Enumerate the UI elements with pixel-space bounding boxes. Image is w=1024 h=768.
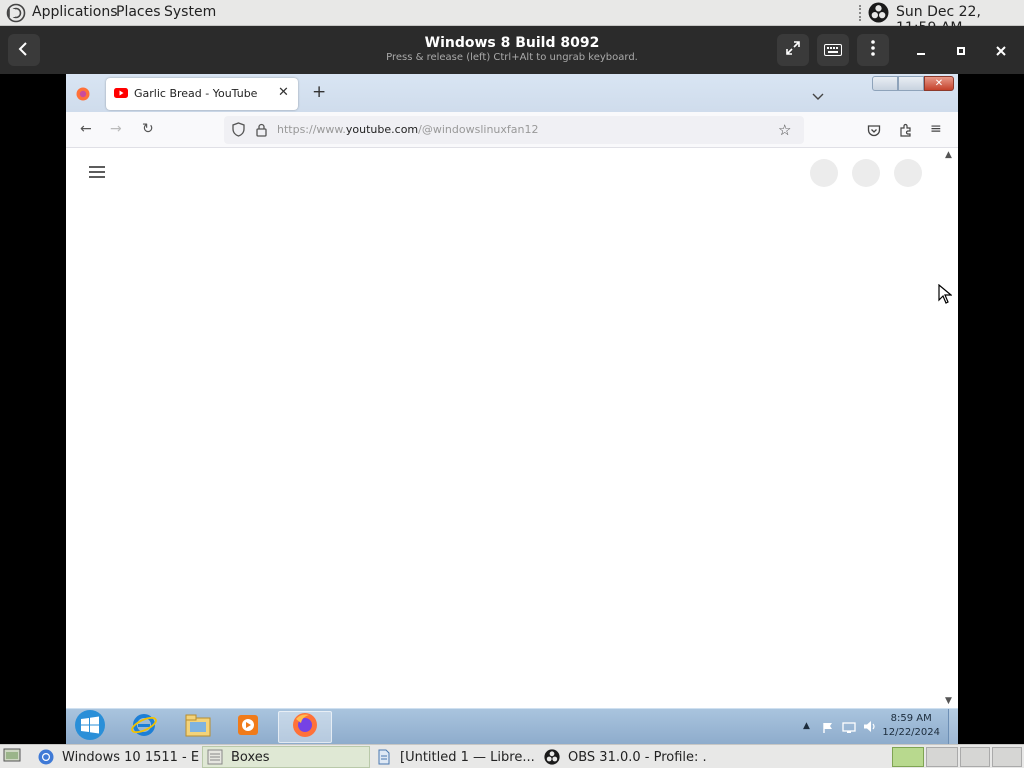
url-bar[interactable]: https://www.youtube.com/@windowslinuxfan…: [224, 116, 804, 144]
applications-menu[interactable]: Applications: [32, 4, 118, 20]
new-tab-plus-icon[interactable]: +: [312, 82, 326, 102]
tab-close-icon[interactable]: ✕: [278, 85, 289, 100]
taskbar-internet-explorer[interactable]: [120, 711, 168, 743]
show-hidden-icons-icon[interactable]: ▲: [803, 721, 810, 731]
task-windows-10[interactable]: Windows 10 1511 - E...: [34, 746, 200, 768]
folder-icon: [184, 712, 212, 742]
taskbar-file-explorer[interactable]: [174, 711, 222, 743]
minimize-icon: [916, 41, 926, 60]
scroll-up-arrow-icon[interactable]: ▲: [945, 150, 952, 160]
loading-placeholder-circle: [810, 159, 838, 187]
start-button[interactable]: [66, 709, 114, 745]
minimize-button[interactable]: [905, 34, 937, 66]
win-minimize-button[interactable]: [872, 76, 898, 91]
workspace-1[interactable]: [892, 747, 924, 767]
url-text: https://www.youtube.com/@windowslinuxfan…: [277, 123, 538, 136]
scroll-down-arrow-icon[interactable]: ▼: [945, 696, 952, 706]
volume-speaker-icon[interactable]: [863, 718, 877, 737]
bottom-panel: Windows 10 1511 - E... Boxes [Untitled 1…: [0, 744, 1024, 768]
windows-taskbar: ▲ 8:59 AM 12/22/2024: [66, 708, 958, 745]
lock-icon[interactable]: [256, 122, 267, 141]
firefox-icon: [291, 711, 319, 743]
libreoffice-writer-icon: [376, 749, 392, 765]
action-center-flag-icon[interactable]: [822, 719, 834, 738]
kebab-menu-icon: [871, 40, 875, 60]
task-label: Windows 10 1511 - E...: [62, 749, 200, 765]
win-close-button[interactable]: ✕: [924, 76, 954, 91]
task-label: Boxes: [231, 749, 270, 765]
network-icon[interactable]: [842, 719, 856, 738]
show-desktop-button[interactable]: [948, 709, 958, 745]
mouse-pointer-icon: [938, 283, 953, 308]
pocket-icon[interactable]: [867, 123, 881, 142]
url-path: /@windowslinuxfan12: [418, 123, 539, 136]
firefox-nav-bar: ← → ↻ https://www.youtube.com/@windowsli…: [66, 112, 958, 148]
maximize-button[interactable]: [945, 34, 977, 66]
boxes-app-icon: [207, 749, 223, 765]
loading-placeholder-circle: [852, 159, 880, 187]
tab-title: Garlic Bread - YouTube: [134, 87, 258, 100]
bookmark-star-icon[interactable]: ☆: [778, 121, 791, 139]
workspace-4[interactable]: [992, 747, 1022, 767]
win-restore-button[interactable]: [898, 76, 924, 91]
media-player-icon: [235, 712, 261, 742]
task-boxes[interactable]: Boxes: [202, 746, 370, 768]
close-icon: [996, 41, 1006, 60]
internet-explorer-icon: [130, 711, 158, 743]
expand-icon: [785, 40, 801, 60]
top-panel: Applications Places System Sun Dec 22, 1…: [0, 0, 1024, 36]
task-label: [Untitled 1 — Libre...: [400, 749, 535, 765]
fullscreen-button[interactable]: [777, 34, 809, 66]
system-menu[interactable]: System: [164, 4, 216, 20]
distro-logo-icon[interactable]: [6, 3, 26, 27]
firefox-tab-bar: Garlic Bread - YouTube ✕ + ✕: [66, 74, 958, 112]
show-desktop-icon[interactable]: [3, 748, 21, 768]
obs-tray-icon[interactable]: [868, 2, 889, 27]
windows-logo-icon: [70, 709, 110, 745]
boxes-header-bar: Windows 8 Build 8092 Press & release (le…: [0, 26, 1024, 74]
task-label: OBS 31.0.0 - Profile: ...: [568, 749, 708, 765]
keyboard-icon: [824, 41, 842, 60]
send-keys-button[interactable]: [817, 34, 849, 66]
obs-icon: [544, 749, 560, 765]
firefox-view-icon[interactable]: [76, 86, 90, 105]
tracking-shield-icon[interactable]: [232, 122, 245, 141]
back-arrow-icon[interactable]: ←: [80, 121, 92, 137]
vm-menu-button[interactable]: [857, 34, 889, 66]
guide-menu-icon[interactable]: [88, 164, 106, 183]
workspace-3[interactable]: [960, 747, 990, 767]
windows-clock-time: 8:59 AM: [890, 713, 932, 724]
windows-clock[interactable]: 8:59 AM 12/22/2024: [882, 712, 940, 740]
taskbar-firefox[interactable]: [278, 711, 332, 743]
url-domain: youtube.com: [345, 123, 419, 136]
places-menu[interactable]: Places: [116, 4, 161, 20]
extensions-puzzle-icon[interactable]: [899, 122, 913, 141]
win-caption-buttons: ✕: [872, 76, 956, 92]
task-obs[interactable]: OBS 31.0.0 - Profile: ...: [540, 746, 708, 768]
youtube-favicon-icon: [114, 88, 128, 101]
forward-arrow-icon[interactable]: →: [110, 121, 122, 137]
close-button[interactable]: [985, 34, 1017, 66]
url-prefix: https://www.: [277, 123, 346, 136]
workspace-2[interactable]: [926, 747, 958, 767]
windows-clock-date: 12/22/2024: [882, 727, 940, 738]
tab-youtube[interactable]: Garlic Bread - YouTube ✕: [106, 78, 298, 110]
youtube-page: ▲ ▼: [66, 148, 958, 708]
reload-icon[interactable]: ↻: [142, 121, 154, 137]
task-libreoffice[interactable]: [Untitled 1 — Libre...: [372, 746, 538, 768]
vm-display[interactable]: Garlic Bread - YouTube ✕ + ✕ ← → ↻ https…: [66, 74, 958, 745]
hamburger-menu-icon[interactable]: ≡: [930, 121, 942, 137]
list-all-tabs-chevron-icon[interactable]: [812, 86, 824, 105]
taskbar-media-player[interactable]: [224, 711, 272, 743]
chrome-icon: [38, 749, 54, 765]
panel-separator: [859, 5, 861, 21]
maximize-icon: [956, 41, 966, 60]
loading-placeholder-circle: [894, 159, 922, 187]
